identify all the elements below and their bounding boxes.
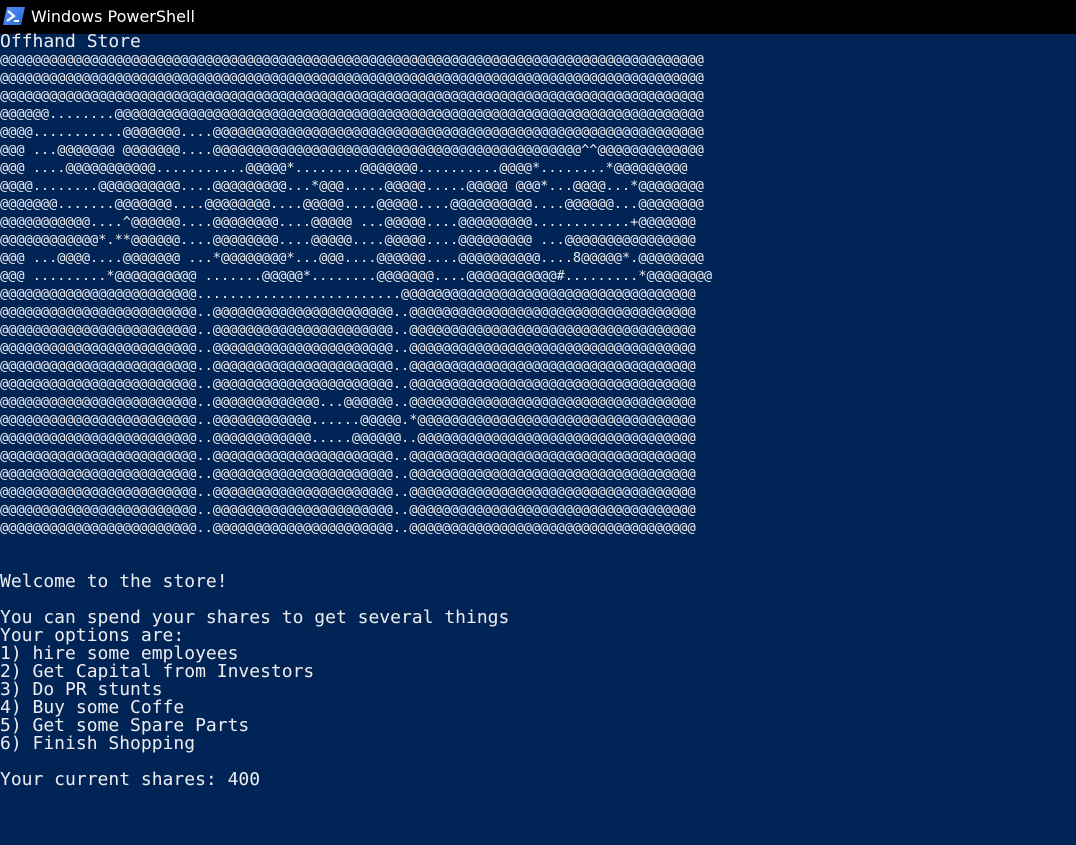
ascii-art-line: @@@@@@@@@@@@@@@@@@@@@@@@@@@@@@@@@@@@@@@@… [0, 88, 704, 104]
ascii-art-line: @@@@@@@@@@@....^@@@@@@....@@@@@@@@....@@… [0, 214, 696, 230]
ascii-art-line: @@@@@@@.......@@@@@@@....@@@@@@@@....@@@… [0, 196, 704, 212]
ascii-art-line: @@@@...........@@@@@@@....@@@@@@@@@@@@@@… [0, 124, 704, 140]
ascii-art-line: @@@@@@@@@@@@@@@@@@@@@@@@..@@@@@@@@@@@@@@… [0, 502, 696, 518]
welcome-text: Welcome to the store! [0, 573, 228, 591]
window-title: Windows PowerShell [31, 7, 195, 26]
option-item: 4) Buy some Coffe [0, 699, 185, 717]
ascii-art-line: @@@@@@@@@@@@@@@@@@@@@@@@..@@@@@@@@@@@@@@… [0, 376, 696, 392]
ascii-art-line: @@@@@@@@@@@@@@@@@@@@@@@@..@@@@@@@@@@@@@@… [0, 520, 696, 536]
ascii-art-line: @@@@@@........@@@@@@@@@@@@@@@@@@@@@@@@@@… [0, 106, 704, 122]
console-output[interactable]: Offhand Store @@@@@@@@@@@@@@@@@@@@@@@@@@… [0, 33, 1076, 845]
option-item: 5) Get some Spare Parts [0, 717, 250, 735]
ascii-art-line: @@@@@@@@@@@@@@@@@@@@@@@@..@@@@@@@@@@@@..… [0, 412, 696, 428]
ascii-art-line: @@@@@@@@@@@@@@@@@@@@@@@@..@@@@@@@@@@@@@@… [0, 322, 696, 338]
ascii-art-line: @@@@@@@@@@@@*.**@@@@@@....@@@@@@@@....@@… [0, 232, 696, 248]
title-bar[interactable]: Windows PowerShell [0, 0, 1076, 34]
ascii-art: @@@@@@@@@@@@@@@@@@@@@@@@@@@@@@@@@@@@@@@@… [0, 51, 1076, 537]
intro-text: You can spend your shares to get several… [0, 609, 510, 627]
ascii-art-line: @@@@@@@@@@@@@@@@@@@@@@@@..@@@@@@@@@@@@@@… [0, 448, 696, 464]
powershell-window: Windows PowerShell Offhand Store @@@@@@@… [0, 0, 1076, 845]
ascii-art-line: @@@@@@@@@@@@@@@@@@@@@@@@..@@@@@@@@@@@@@.… [0, 394, 696, 410]
option-item: 2) Get Capital from Investors [0, 663, 315, 681]
ascii-art-line: @@@@@@@@@@@@@@@@@@@@@@@@..@@@@@@@@@@@@@@… [0, 304, 696, 320]
ascii-art-line: @@@@@@@@@@@@@@@@@@@@@@@@@@@@@@@@@@@@@@@@… [0, 70, 704, 86]
ascii-art-line: @@@@........@@@@@@@@@@....@@@@@@@@@...*@… [0, 178, 704, 194]
powershell-icon [3, 7, 25, 25]
ascii-art-line: @@@@@@@@@@@@@@@@@@@@@@@@..@@@@@@@@@@@@@@… [0, 466, 696, 482]
ascii-art-line: @@@@@@@@@@@@@@@@@@@@@@@@..@@@@@@@@@@@@@@… [0, 358, 696, 374]
shares-status: Your current shares: 400 [0, 771, 261, 789]
ascii-art-line: @@@ ....@@@@@@@@@@@...........@@@@@*....… [0, 160, 688, 176]
ascii-art-line: @@@ .........*@@@@@@@@@@ .......@@@@@*..… [0, 268, 713, 284]
store-header: Offhand Store [0, 33, 141, 51]
option-item: 3) Do PR stunts [0, 681, 163, 699]
option-item: 1) hire some employees [0, 645, 239, 663]
ascii-art-line: @@@@@@@@@@@@@@@@@@@@@@@@..@@@@@@@@@@@@@@… [0, 484, 696, 500]
option-item: 6) Finish Shopping [0, 735, 196, 753]
ascii-art-line: @@@@@@@@@@@@@@@@@@@@@@@@..@@@@@@@@@@@@@@… [0, 340, 696, 356]
ascii-art-line: @@@@@@@@@@@@@@@@@@@@@@@@................… [0, 286, 696, 302]
ascii-art-line: @@@ ...@@@@@@@ @@@@@@@....@@@@@@@@@@@@@@… [0, 142, 704, 158]
options-header: Your options are: [0, 627, 185, 645]
ascii-art-line: @@@ ...@@@@....@@@@@@@ ...*@@@@@@@@*...@… [0, 250, 704, 266]
ascii-art-line: @@@@@@@@@@@@@@@@@@@@@@@@..@@@@@@@@@@@@..… [0, 430, 696, 446]
ascii-art-line: @@@@@@@@@@@@@@@@@@@@@@@@@@@@@@@@@@@@@@@@… [0, 52, 704, 68]
